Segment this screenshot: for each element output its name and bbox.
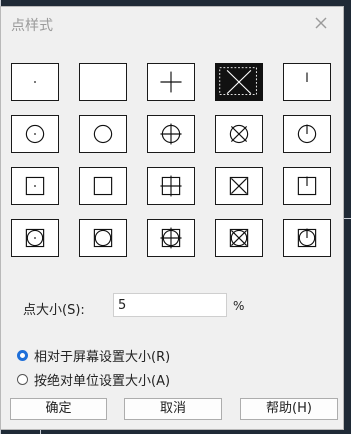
point-size-label: 点大小(S):	[23, 303, 85, 318]
point-style-x[interactable]	[215, 63, 263, 101]
point-style-circle-tick[interactable]	[283, 115, 331, 153]
point-style-square-circle[interactable]	[79, 219, 127, 257]
point-style-square[interactable]	[79, 167, 127, 205]
point-style-square-circle-dot[interactable]	[11, 219, 59, 257]
point-style-glyph-icon	[160, 71, 182, 93]
point-style-glyph-icon	[297, 124, 317, 144]
point-style-square-x[interactable]	[215, 167, 263, 205]
point-style-plus[interactable]	[147, 63, 195, 101]
absolute-size-radio-option[interactable]: 按绝对单位设置大小(A)	[17, 370, 170, 389]
point-style-square-dot[interactable]	[11, 167, 59, 205]
point-style-square-circle-x[interactable]	[215, 219, 263, 257]
point-style-square-plus[interactable]	[147, 167, 195, 205]
point-style-glyph-icon	[297, 228, 317, 248]
point-style-circle-dot[interactable]	[11, 115, 59, 153]
close-icon[interactable]	[311, 13, 331, 33]
dialog-title: 点样式	[11, 18, 53, 34]
point-style-square-circle-plus[interactable]	[147, 219, 195, 257]
point-style-glyph-icon	[25, 176, 45, 196]
background-line	[344, 218, 351, 219]
point-style-glyph-icon	[25, 228, 45, 248]
point-style-circle-x[interactable]	[215, 115, 263, 153]
point-style-glyph-icon	[160, 123, 182, 145]
point-style-dot[interactable]	[11, 63, 59, 101]
absolute-size-radio[interactable]	[17, 374, 28, 385]
relative-size-radio[interactable]	[17, 350, 28, 361]
ok-button[interactable]: 确定	[10, 398, 107, 420]
cancel-button[interactable]: 取消	[124, 398, 222, 420]
point-style-dialog: 点样式 点大小(S): % 相对于屏幕设置大小(R) 按绝对单位设置大小(A) …	[0, 6, 344, 430]
help-button[interactable]: 帮助(H)	[240, 398, 338, 420]
point-style-glyph-icon	[93, 176, 113, 196]
relative-size-radio-option[interactable]: 相对于屏幕设置大小(R)	[17, 346, 170, 365]
point-style-glyph-icon	[229, 124, 249, 144]
point-style-square-tick[interactable]	[283, 167, 331, 205]
point-style-glyph-icon	[229, 176, 249, 196]
relative-size-label: 相对于屏幕设置大小(R)	[34, 350, 171, 365]
point-style-tick[interactable]	[283, 63, 331, 101]
point-style-square-circle-tick[interactable]	[283, 219, 331, 257]
point-style-glyph-icon	[229, 228, 249, 248]
point-style-circle[interactable]	[79, 115, 127, 153]
absolute-size-label: 按绝对单位设置大小(A)	[34, 374, 171, 389]
point-style-glyph-icon	[80, 64, 126, 100]
point-style-glyph-icon	[93, 124, 113, 144]
title-bar: 点样式	[1, 7, 343, 39]
point-size-input[interactable]	[113, 293, 227, 317]
point-style-glyph-icon	[297, 176, 317, 196]
point-style-glyph-icon	[93, 228, 113, 248]
point-style-glyph-icon	[34, 81, 36, 83]
point-style-circle-plus[interactable]	[147, 115, 195, 153]
point-style-glyph-icon	[219, 67, 257, 95]
point-style-glyph-icon	[306, 72, 308, 82]
point-style-none[interactable]	[79, 63, 127, 101]
point-style-glyph-icon	[25, 124, 45, 144]
point-style-glyph-icon	[160, 175, 182, 197]
point-style-glyph-icon	[160, 227, 182, 249]
percent-label: %	[233, 299, 245, 313]
